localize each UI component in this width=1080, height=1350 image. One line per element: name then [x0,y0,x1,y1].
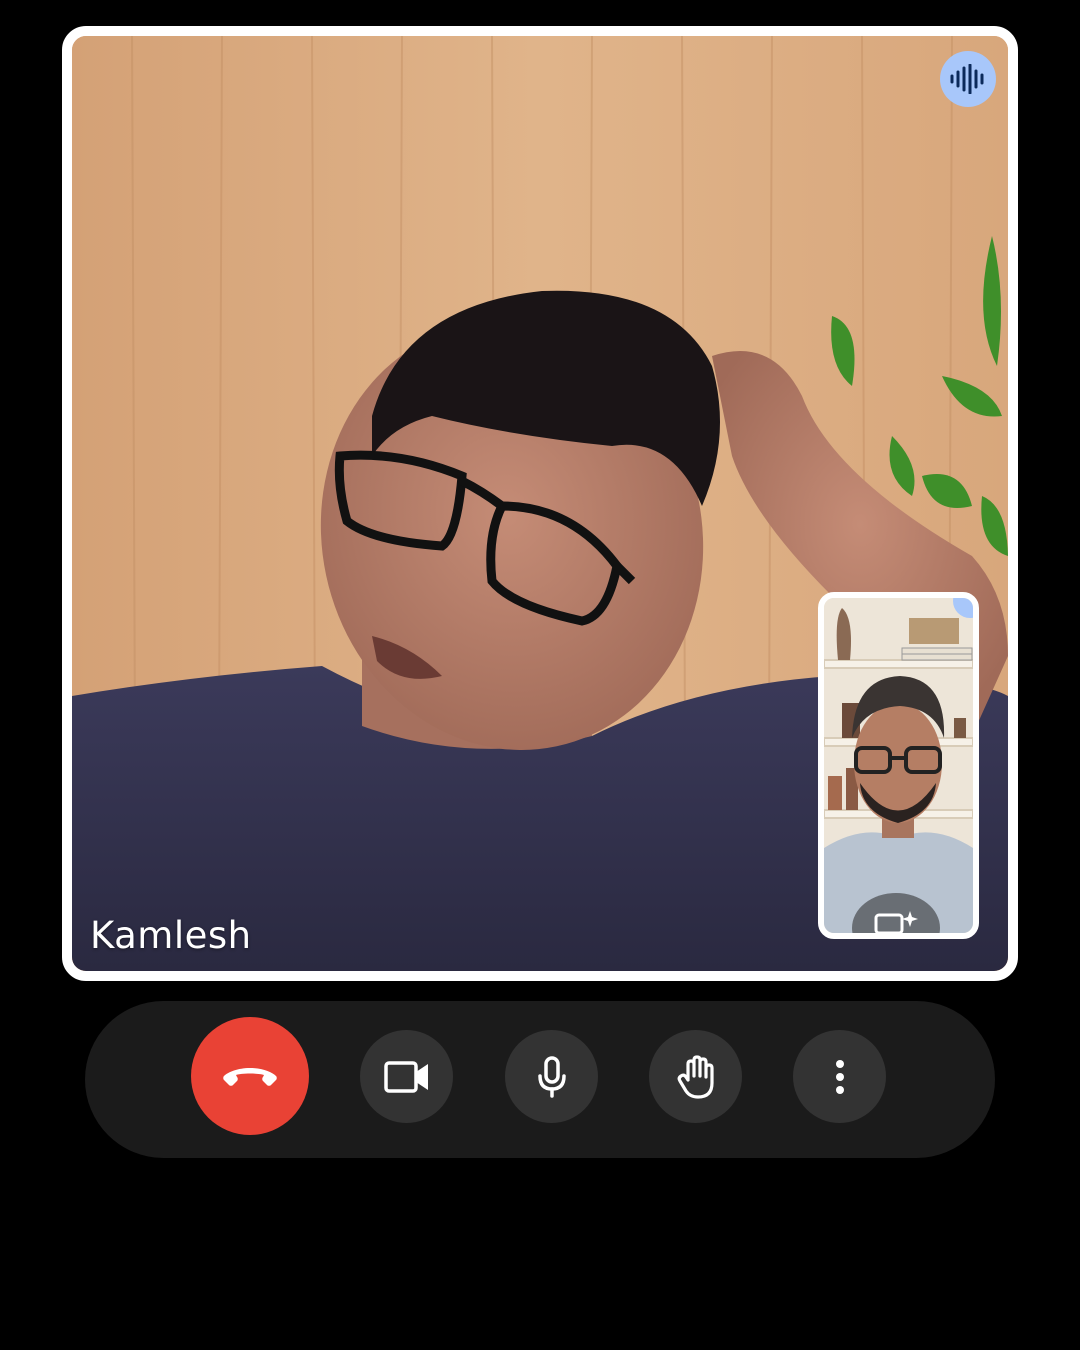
more-options-button[interactable] [793,1030,886,1123]
hand-icon [677,1054,714,1099]
phone-hangup-icon [223,1068,277,1086]
audio-wave-icon [950,64,984,94]
self-view-tile[interactable] [818,592,979,939]
mic-icon [537,1055,566,1098]
end-call-button[interactable] [191,1017,309,1135]
raise-hand-button[interactable] [649,1030,742,1123]
participant-name: Kamlesh [90,914,252,957]
camera-toggle-button[interactable] [360,1030,453,1123]
self-video-feed [824,598,973,933]
camera-sparkle-icon [874,911,918,933]
call-control-bar [85,1001,995,1158]
more-vert-icon [835,1059,844,1094]
speaking-indicator [940,51,996,107]
videocam-icon [383,1060,428,1093]
microphone-toggle-button[interactable] [505,1030,598,1123]
